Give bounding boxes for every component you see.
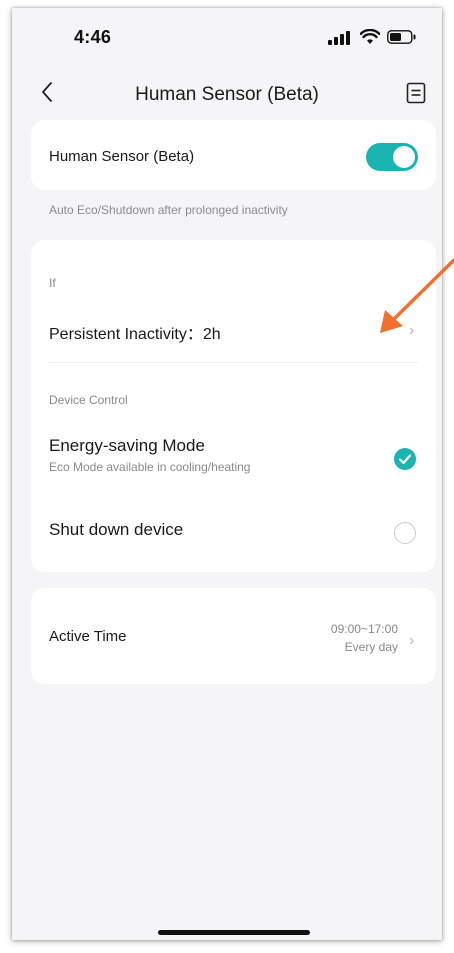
device-control-label: Device Control [49,393,128,407]
option-subtitle: Eco Mode available in cooling/heating [49,460,251,474]
page-title: Human Sensor (Beta) [135,84,319,105]
sensor-label: Human Sensor (Beta) [49,148,195,165]
rule-card: If Persistent Inactivity：2h › Device Con… [31,240,436,572]
chevron-right-icon: › [409,632,415,649]
active-time-label: Active Time [49,628,127,645]
active-time-value: 09:00~17:00 Every day [331,620,398,656]
status-bar: 4:46 [12,8,442,64]
sensor-hint: Auto Eco/Shutdown after prolonged inacti… [49,203,288,217]
active-time-range: 09:00~17:00 [330,622,398,636]
if-label: If [49,276,56,290]
nav-bar: Human Sensor (Beta) [12,70,442,116]
active-time-card[interactable]: Active Time 09:00~17:00 Every day › [31,588,436,684]
wifi-icon [360,29,380,44]
cellular-signal-icon [328,31,350,45]
phone-screen: 4:46 Human Sensor (Beta) Human Sensor (B… [12,8,442,940]
option-title: Energy-saving Mode [49,436,205,455]
toggle-knob [393,146,415,168]
status-time: 4:46 [74,27,112,47]
checkmark-icon[interactable] [394,448,416,470]
option-title: Shut down device [49,520,184,539]
home-indicator [158,930,310,935]
active-time-repeat: Every day [344,640,398,654]
divider [49,362,418,363]
inactivity-label: Persistent Inactivity：2h [49,326,221,343]
sensor-card: Human Sensor (Beta) [31,120,436,190]
battery-icon [387,30,416,44]
radio-unchecked-icon[interactable] [394,522,416,544]
sensor-toggle[interactable] [366,143,418,171]
document-icon[interactable] [406,82,426,104]
chevron-right-icon: › [409,322,415,339]
